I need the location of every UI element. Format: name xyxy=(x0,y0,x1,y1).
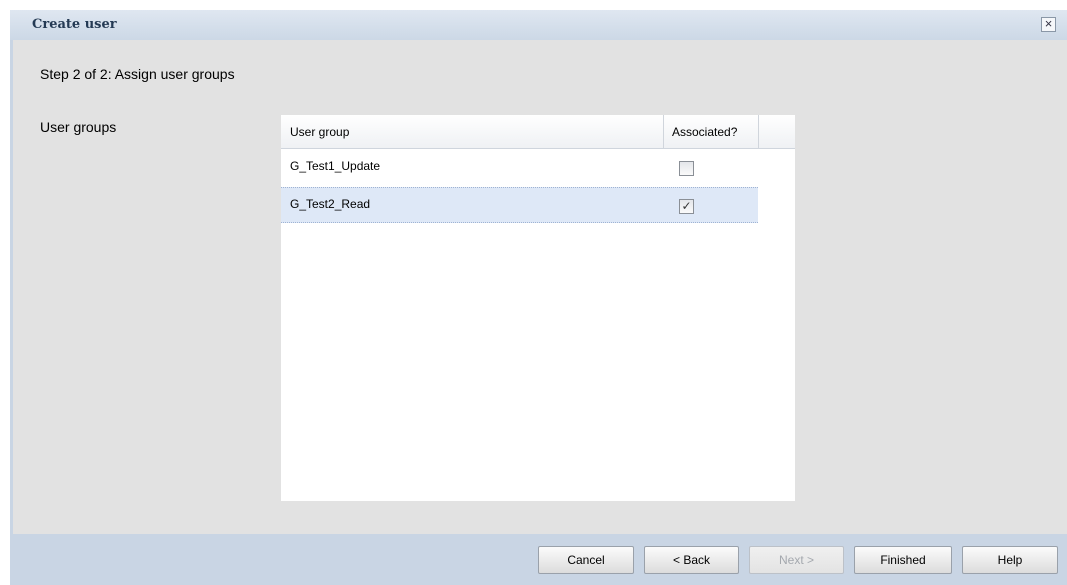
dialog-footer: Cancel < Back Next > Finished Help xyxy=(13,534,1067,585)
table-row[interactable]: G_Test1_Update xyxy=(281,150,758,186)
cancel-button[interactable]: Cancel xyxy=(538,546,634,574)
column-divider[interactable] xyxy=(663,115,664,149)
user-group-name: G_Test1_Update xyxy=(290,159,381,173)
associated-checkbox[interactable]: ✓ xyxy=(679,199,694,214)
create-user-dialog: Create user × Step 2 of 2: Assign user g… xyxy=(10,10,1067,585)
help-button[interactable]: Help xyxy=(962,546,1058,574)
step-heading: Step 2 of 2: Assign user groups xyxy=(40,66,235,82)
next-button: Next > xyxy=(749,546,844,574)
finished-button[interactable]: Finished xyxy=(854,546,952,574)
user-group-name: G_Test2_Read xyxy=(290,197,371,211)
dialog-title-bar: Create user × xyxy=(10,10,1067,40)
column-header-user-group[interactable]: User group xyxy=(290,125,349,139)
back-button[interactable]: < Back xyxy=(644,546,739,574)
grid-header: User group Associated? xyxy=(281,115,795,149)
dialog-body: Step 2 of 2: Assign user groups User gro… xyxy=(13,40,1067,534)
column-header-associated[interactable]: Associated? xyxy=(672,125,737,139)
table-row[interactable]: G_Test2_Read ✓ xyxy=(281,187,758,223)
user-groups-label: User groups xyxy=(40,119,117,135)
associated-checkbox[interactable] xyxy=(679,161,694,176)
user-groups-grid: User group Associated? G_Test1_Update G_… xyxy=(281,115,795,501)
column-divider[interactable] xyxy=(758,115,759,149)
dialog-title: Create user xyxy=(32,17,117,32)
close-icon[interactable]: × xyxy=(1041,17,1056,32)
